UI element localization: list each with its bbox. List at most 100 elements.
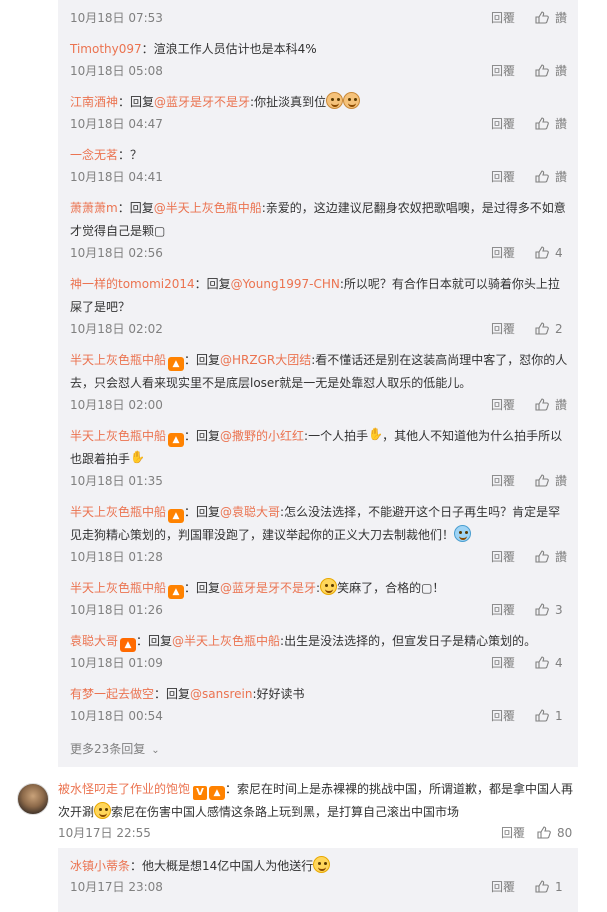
reply-prefix: ：回复 (118, 95, 155, 109)
reply-username[interactable]: Timothy097 (70, 42, 142, 56)
like-count: 讚 (555, 11, 568, 25)
reply-button[interactable]: 回覆 (491, 397, 515, 413)
reply-prefix: ：回复 (184, 429, 221, 443)
reply-time: 10月18日 01:28 (70, 550, 163, 564)
like-count: 4 (555, 246, 563, 260)
mention-link[interactable]: @Young1997-CHN (231, 277, 340, 291)
reply-username[interactable]: 萧萧萧m (70, 201, 118, 215)
mention-link[interactable]: @HRZGR大团结 (220, 353, 311, 367)
like-button[interactable]: 讚 (535, 397, 567, 413)
mention-link[interactable]: @蓝牙是牙不是牙 (220, 581, 316, 595)
like-button[interactable]: 1 (535, 708, 563, 724)
thumb-up-icon (535, 170, 549, 183)
reply-item: 半天上灰色瓶中船 ▲ ：回复@蓝牙是牙不是牙: 笑麻了，合格的▢！ (70, 577, 570, 600)
reply-username[interactable]: 一念无茗 (70, 148, 118, 162)
reply-text: ：渲浪工作人员估计也是本科4% (141, 42, 317, 56)
like-button[interactable]: 讚 (535, 473, 567, 489)
reply-button[interactable]: 回覆 (491, 321, 515, 337)
like-button[interactable]: 4 (535, 245, 563, 261)
reply-button[interactable]: 回覆 (491, 655, 515, 671)
avatar[interactable] (17, 783, 49, 815)
reply-text: :一个人拍手 (304, 429, 369, 443)
like-button[interactable]: 讚 (535, 169, 567, 185)
like-button[interactable]: 80 (537, 825, 572, 841)
reply-username[interactable]: 有梦一起去做空 (70, 687, 154, 701)
reply-item: 半天上灰色瓶中船 ▲ ：回复@袁聪大哥:怎么没法选择，不能避开这个日子再生吗？肯定是… (70, 501, 570, 547)
reply-username[interactable]: 冰镇小蒂条 (70, 859, 130, 873)
like-button[interactable]: 讚 (535, 116, 567, 132)
reply-username[interactable]: 江南酒神 (70, 95, 118, 109)
like-count: 1 (555, 880, 563, 894)
thumb-up-icon (535, 550, 549, 563)
reply-time: 10月18日 04:41 (70, 170, 163, 184)
vip-badge-icon: ▲ (168, 357, 185, 371)
like-button[interactable]: 讚 (535, 63, 567, 79)
reply-prefix: ：回复 (117, 201, 154, 215)
mention-link[interactable]: @袁聪大哥 (220, 505, 280, 519)
reply-button[interactable]: 回覆 (491, 549, 515, 565)
reply-prefix: ：回复 (184, 581, 221, 595)
reply-username[interactable]: 半天上灰色瓶中船 (70, 505, 166, 519)
reply-button[interactable]: 回覆 (491, 708, 515, 724)
reply-time: 10月18日 02:00 (70, 398, 163, 412)
thumb-up-icon (535, 603, 549, 616)
reply-item: 半天上灰色瓶中船 ▲ ：回复@HRZGR大团结:看不懂话还是别在这装高尚理中客了，怼… (70, 349, 570, 395)
reply-button[interactable]: 回覆 (501, 825, 525, 841)
like-count: 讚 (555, 398, 568, 412)
reply-prefix: ：回复 (184, 353, 221, 367)
reply-time: 10月18日 04:47 (70, 117, 163, 131)
reply-button[interactable]: 回覆 (491, 879, 515, 895)
reply-text: :你扯淡真到位 (250, 95, 327, 109)
reply-prefix: ：回复 (136, 634, 173, 648)
mention-link[interactable]: @半天上灰色瓶中船 (154, 201, 262, 215)
reply-item: 袁聪大哥 ▲ ：回复@半天上灰色瓶中船:出生是没法选择的，但宣发日子是精心策划的。 (70, 630, 570, 653)
like-count: 3 (555, 603, 563, 617)
reply-button[interactable]: 回覆 (491, 63, 515, 79)
reply-text: ：？ (118, 148, 143, 162)
reply-button[interactable]: 回覆 (491, 245, 515, 261)
reply-username[interactable]: 半天上灰色瓶中船 (70, 581, 166, 595)
more-replies-link[interactable]: 更多23条回复 ⌄ (70, 741, 160, 759)
grin-emoji-icon (94, 802, 112, 819)
reply-button[interactable]: 回覆 (491, 473, 515, 489)
mention-link[interactable]: @sansrein (190, 687, 252, 701)
vip-badge-icon: ▲ (168, 585, 185, 599)
reply-username[interactable]: 半天上灰色瓶中船 (70, 353, 166, 367)
reply-time: 10月17日 23:08 (70, 880, 163, 894)
reply-button[interactable]: 回覆 (491, 602, 515, 618)
like-count: 2 (555, 322, 563, 336)
like-count: 讚 (555, 550, 568, 564)
vip-badge-icon: ▲ (120, 638, 137, 652)
reply-button[interactable]: 回覆 (491, 116, 515, 132)
reply-username[interactable]: 神一样的tomomi2014 (70, 277, 195, 291)
reply-time: 10月18日 05:08 (70, 64, 163, 78)
reply-username[interactable]: 半天上灰色瓶中船 (70, 429, 166, 443)
laugh-cry-emoji-icon (454, 525, 472, 542)
comment-text-2: 索尼在伤害中国人感情这条路上玩到黑，是打算自己滚出中国市场 (111, 805, 460, 819)
like-count: 4 (555, 656, 563, 670)
cat-emoji-icon (326, 92, 344, 109)
main-comment: 被水怪叼走了作业的饱饱 V ▲ ：索尼在时间上是赤裸裸的挑战中国，所谓道歉，都是拿中国… (58, 778, 578, 824)
reply-item: 萧萧萧m：回复@半天上灰色瓶中船:亲爱的，这边建议尼翻身农奴把歌唱噢，是过得多不… (70, 197, 570, 243)
like-button[interactable]: 2 (535, 321, 563, 337)
like-count: 讚 (555, 117, 568, 131)
like-button[interactable]: 1 (535, 879, 563, 895)
like-button[interactable]: 4 (535, 655, 563, 671)
reply-button[interactable]: 回覆 (491, 169, 515, 185)
reply-time: 10月18日 00:54 (70, 709, 163, 723)
mention-link[interactable]: @撒野的小红红 (220, 429, 304, 443)
thumb-up-icon (535, 474, 549, 487)
thumb-up-icon (537, 826, 551, 839)
mention-link[interactable]: @蓝牙是牙不是牙 (154, 95, 250, 109)
like-button[interactable]: 讚 (535, 549, 567, 565)
like-button[interactable]: 3 (535, 602, 563, 618)
mention-link[interactable]: @半天上灰色瓶中船 (172, 634, 280, 648)
reply-prefix: ：回复 (184, 505, 221, 519)
like-button[interactable]: 讚 (535, 10, 567, 26)
reply-button[interactable]: 回覆 (491, 10, 515, 26)
reply-item: 冰镇小蒂条：他大概是想14亿中国人为他送行 (70, 855, 570, 878)
reply-username[interactable]: 袁聪大哥 (70, 634, 118, 648)
comment-username[interactable]: 被水怪叼走了作业的饱饱 (58, 782, 190, 796)
reply-text: :出生是没法选择的，但宣发日子是精心策划的。 (280, 634, 537, 648)
thumb-up-icon (535, 709, 549, 722)
